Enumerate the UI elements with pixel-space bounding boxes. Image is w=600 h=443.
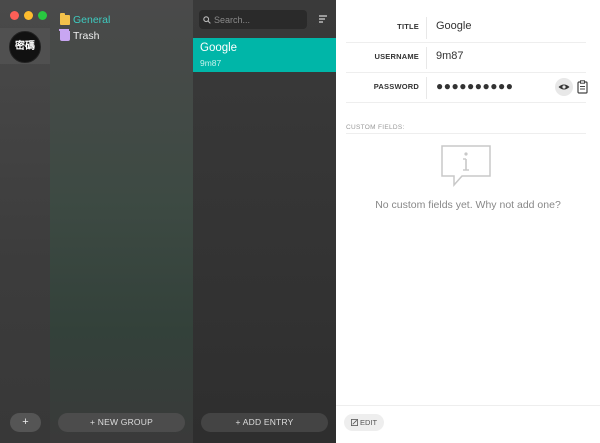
add-entry-button[interactable]: + ADD ENTRY [201,413,328,432]
group-label: General [73,14,111,26]
eye-icon [558,84,570,90]
field-row-username: USERNAME 9m87 [346,43,586,73]
vault-avatar[interactable]: 密碼 [9,31,41,63]
password-value[interactable]: ●●●●●●●●●● [436,79,513,93]
minimize-window-button[interactable] [24,11,33,20]
entries-list: Google 9m87 + ADD ENTRY [193,0,336,443]
edit-label: EDIT [359,418,378,427]
search-icon [203,15,211,24]
close-window-button[interactable] [10,11,19,20]
field-row-password: PASSWORD ●●●●●●●●●● [346,73,589,103]
group-item-trash[interactable]: Trash [59,28,100,44]
field-row-title: TITLE Google [346,13,586,43]
vault-sidebar: 密碼 + [0,0,50,443]
info-bubble-icon [441,145,491,187]
empty-custom-fields-message: No custom fields yet. Why not add one? [375,199,561,211]
custom-fields-heading: CUSTOM FIELDS: [346,124,405,131]
group-label: Trash [73,30,100,42]
edit-entry-button[interactable]: EDIT [344,414,384,431]
entry-title: Google [200,42,238,54]
field-label: USERNAME [374,52,419,61]
field-label: PASSWORD [373,82,419,91]
zoom-window-button[interactable] [38,11,47,20]
entry-detail-panel: TITLE Google USERNAME 9m87 PASSWORD ●●●●… [336,0,600,443]
new-group-button[interactable]: + NEW GROUP [58,413,185,432]
trash-icon [59,29,70,41]
search-field[interactable] [199,10,307,29]
folder-icon [60,13,70,25]
username-value[interactable]: 9m87 [436,50,464,62]
reveal-password-button[interactable] [555,78,573,96]
sort-icon[interactable] [318,14,328,24]
custom-fields-divider [346,133,586,134]
detail-footer-divider [336,405,600,406]
group-item-general[interactable]: General [60,12,110,28]
field-divider [426,77,427,99]
groups-sidebar: General Trash + NEW GROUP [50,0,193,443]
title-value[interactable]: Google [436,20,471,32]
field-divider [426,17,427,39]
edit-icon [350,419,358,426]
search-input[interactable] [214,14,299,25]
entry-username: 9m87 [200,58,222,68]
field-label: TITLE [397,22,419,31]
field-divider [426,47,427,69]
app-window: 密碼 + General Trash + NEW GROUP Goog [0,0,600,443]
copy-password-icon[interactable] [577,80,589,94]
entry-item-google[interactable]: Google 9m87 [193,38,336,72]
add-vault-button[interactable]: + [10,413,41,432]
